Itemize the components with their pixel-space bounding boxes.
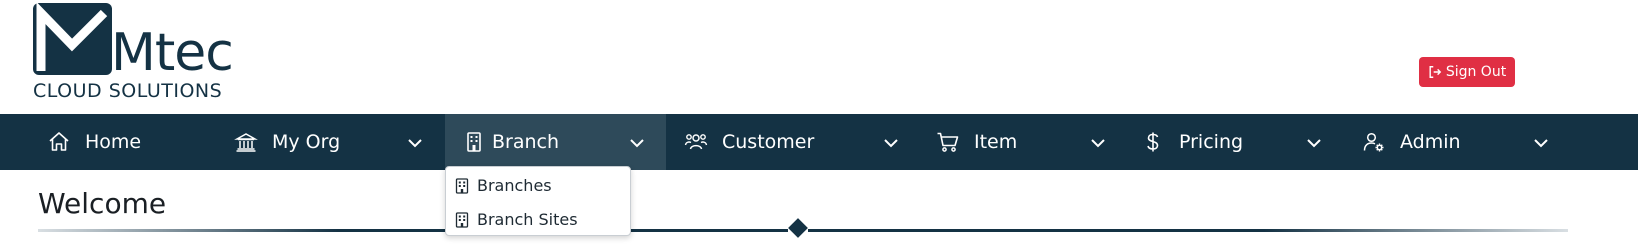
- chevron-down-icon: [628, 134, 646, 152]
- nav-item-customer[interactable]: Customer: [684, 114, 904, 170]
- nav-item-admin[interactable]: Admin: [1362, 114, 1562, 170]
- branch-dropdown-menu: Branches Branch Sites: [445, 166, 631, 236]
- nav-item-branch[interactable]: Branch: [445, 114, 666, 170]
- nav-item-pricing[interactable]: Pricing: [1141, 114, 1327, 170]
- title-divider-right: [808, 229, 1568, 232]
- sign-out-icon: [1428, 65, 1442, 79]
- brand-tagline: CLOUD SOLUTIONS: [33, 80, 223, 102]
- users-icon: [684, 130, 708, 154]
- nav-item-my-org[interactable]: My Org: [234, 114, 432, 170]
- chevron-down-icon: [406, 134, 424, 152]
- brand-logo[interactable]: Mtec CLOUD SOLUTIONS: [33, 3, 253, 103]
- menu-item-branch-sites[interactable]: Branch Sites: [446, 202, 630, 236]
- logo-mark-icon: [33, 3, 112, 75]
- cart-icon: [936, 130, 960, 154]
- nav-item-home[interactable]: Home: [47, 114, 207, 170]
- divider-diamond: [788, 218, 808, 238]
- chevron-down-icon: [1089, 134, 1107, 152]
- nav-item-label: Branch: [492, 131, 560, 153]
- user-gear-icon: [1362, 130, 1386, 154]
- building-icon: [455, 178, 469, 194]
- header: Mtec CLOUD SOLUTIONS Sign Out: [0, 0, 1638, 114]
- sign-out-button[interactable]: Sign Out: [1419, 57, 1515, 87]
- nav-item-label: Pricing: [1179, 131, 1244, 153]
- page-title: Welcome: [38, 187, 167, 220]
- chevron-down-icon: [1305, 134, 1323, 152]
- main-navbar: Home My Org Branch Customer Item Pricing…: [0, 114, 1638, 170]
- bank-icon: [234, 130, 258, 154]
- building-icon: [455, 212, 469, 228]
- chevron-down-icon: [1532, 134, 1550, 152]
- nav-item-label: Admin: [1400, 131, 1461, 153]
- dollar-icon: [1141, 130, 1165, 154]
- chevron-down-icon: [882, 134, 900, 152]
- sign-out-label: Sign Out: [1445, 64, 1507, 80]
- nav-item-item[interactable]: Item: [936, 114, 1111, 170]
- nav-item-label: Item: [974, 131, 1018, 153]
- menu-item-branches[interactable]: Branches: [446, 168, 630, 202]
- brand-name: Mtec: [111, 23, 234, 83]
- home-icon: [47, 130, 71, 154]
- menu-item-label: Branch Sites: [477, 210, 578, 229]
- nav-item-label: My Org: [272, 131, 341, 153]
- title-divider-left: [38, 229, 788, 232]
- nav-item-label: Customer: [722, 131, 815, 153]
- nav-item-label: Home: [85, 131, 142, 153]
- building-icon: [462, 130, 486, 154]
- menu-item-label: Branches: [477, 176, 552, 195]
